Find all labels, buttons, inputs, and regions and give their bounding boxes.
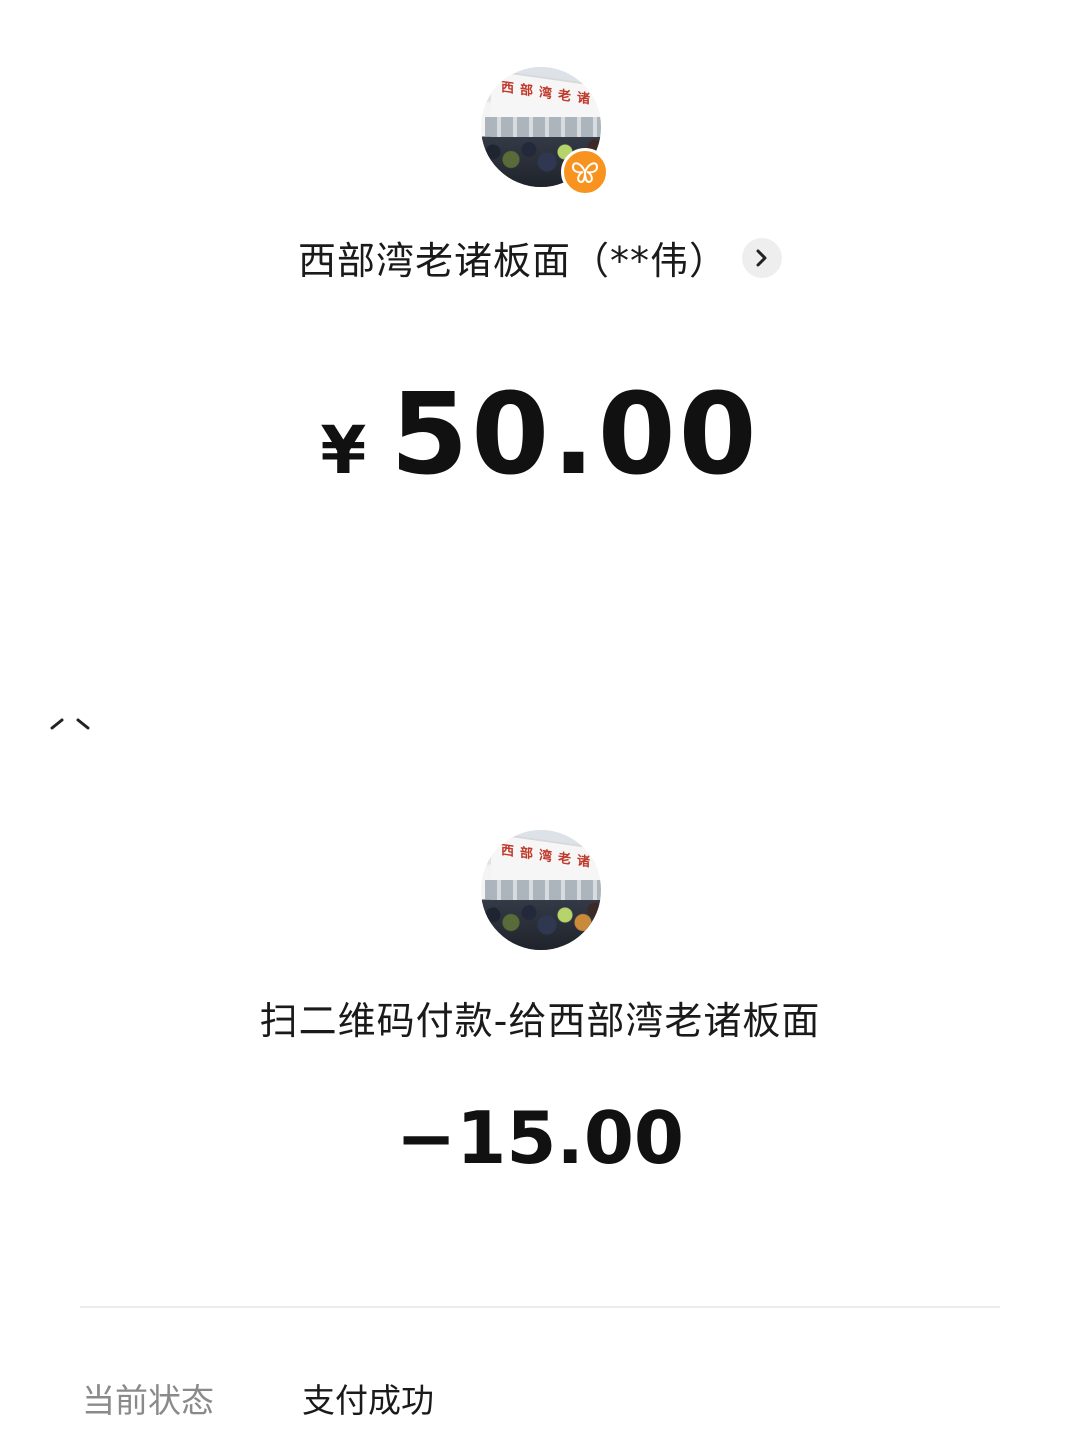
collapse-chevron-icon[interactable] [48,712,94,736]
transaction-description: 扫二维码付款-给西部湾老诸板面 [259,999,821,1043]
transaction-avatar: 西部湾老诸板面 [481,830,601,950]
status-label: 当前状态 [82,1381,214,1420]
butterfly-icon [571,162,599,184]
divider [80,1306,1000,1308]
status-row: 当前状态 支付成功 [82,1374,434,1422]
merchant-name: 西部湾老诸板面（**伟） [297,239,728,283]
avatar-crowd [481,900,601,950]
merchant-detail-button[interactable] [742,237,782,278]
status-value: 支付成功 [302,1381,434,1420]
chevron-right-icon [756,249,767,266]
payment-amount: ¥ 50.00 [0,370,1080,500]
amount-value: 50.00 [390,370,760,500]
merchant-row[interactable]: 西部湾老诸板面（**伟） [0,230,1080,285]
merchant-badge [561,148,609,196]
currency-symbol: ¥ [320,412,367,489]
transaction-amount: −15.00 [395,1096,685,1180]
